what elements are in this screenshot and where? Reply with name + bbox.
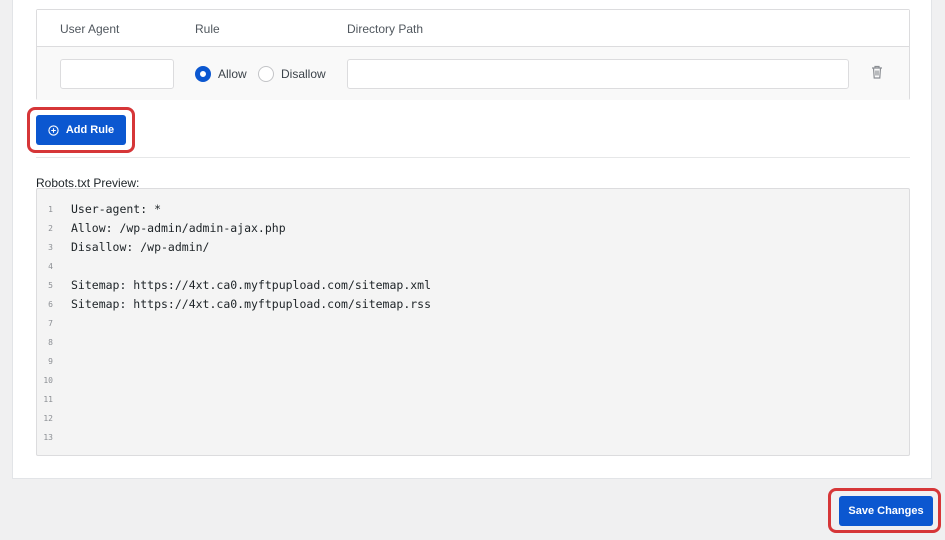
add-circle-icon <box>48 124 59 136</box>
user-agent-input[interactable] <box>60 59 174 89</box>
line-text: Allow: /wp-admin/admin-ajax.php <box>71 221 286 235</box>
column-header-user-agent: User Agent <box>60 22 120 36</box>
line-text: Sitemap: https://4xt.ca0.myftpupload.com… <box>71 297 432 311</box>
line-number: 13 <box>43 433 53 442</box>
code-line: 3 Disallow: /wp-admin/ <box>37 238 909 257</box>
line-number: 11 <box>43 395 53 404</box>
rule-allow-label[interactable]: Allow <box>218 67 247 81</box>
code-line: 11 <box>37 390 909 409</box>
code-line: 5 Sitemap: https://4xt.ca0.myftpupload.co… <box>37 276 909 295</box>
line-number: 9 <box>48 357 53 366</box>
rules-table-header: User Agent Rule Directory Path <box>37 10 909 47</box>
rule-allow-radio[interactable] <box>195 66 211 82</box>
rules-table: User Agent Rule Directory Path Allow Dis… <box>36 9 910 100</box>
rule-disallow-label[interactable]: Disallow <box>281 67 326 81</box>
line-number: 2 <box>48 224 53 233</box>
code-line: 9 <box>37 352 909 371</box>
line-text: User-agent: * <box>71 202 162 216</box>
line-text: Disallow: /wp-admin/ <box>71 240 210 254</box>
save-changes-button[interactable]: Save Changes <box>839 496 933 526</box>
code-line: 2 Allow: /wp-admin/admin-ajax.php <box>37 219 909 238</box>
table-row: Allow Disallow <box>37 47 909 100</box>
line-text: Sitemap: https://4xt.ca0.myftpupload.com… <box>71 278 432 292</box>
add-rule-label: Add Rule <box>65 124 115 136</box>
line-number: 3 <box>48 243 53 252</box>
line-number: 5 <box>48 281 53 290</box>
code-line: 10 <box>37 371 909 390</box>
settings-panel: User Agent Rule Directory Path Allow Dis… <box>12 0 932 479</box>
column-header-directory-path: Directory Path <box>347 22 424 36</box>
column-header-rule: Rule <box>195 22 220 36</box>
robots-preview[interactable]: 1 User-agent: * 2 Allow: /wp-admin/admin-aj… <box>36 188 910 456</box>
line-number: 8 <box>48 338 53 347</box>
line-number: 6 <box>48 300 53 309</box>
line-number: 10 <box>43 376 53 385</box>
add-rule-button[interactable]: Add Rule <box>36 115 126 145</box>
code-line: 1 User-agent: * <box>37 200 909 219</box>
code-line: 13 <box>37 428 909 447</box>
directory-path-input[interactable] <box>347 59 849 89</box>
line-number: 12 <box>43 414 53 423</box>
line-number: 4 <box>48 262 53 271</box>
line-number: 1 <box>48 205 53 214</box>
code-line: 4 <box>37 257 909 276</box>
trash-icon[interactable] <box>871 65 883 79</box>
rule-disallow-radio[interactable] <box>258 66 274 82</box>
code-line: 6 Sitemap: https://4xt.ca0.myftpupload.co… <box>37 295 909 314</box>
code-line: 12 <box>37 409 909 428</box>
divider <box>36 157 910 158</box>
line-number: 7 <box>48 319 53 328</box>
code-line: 7 <box>37 314 909 333</box>
code-line: 8 <box>37 333 909 352</box>
